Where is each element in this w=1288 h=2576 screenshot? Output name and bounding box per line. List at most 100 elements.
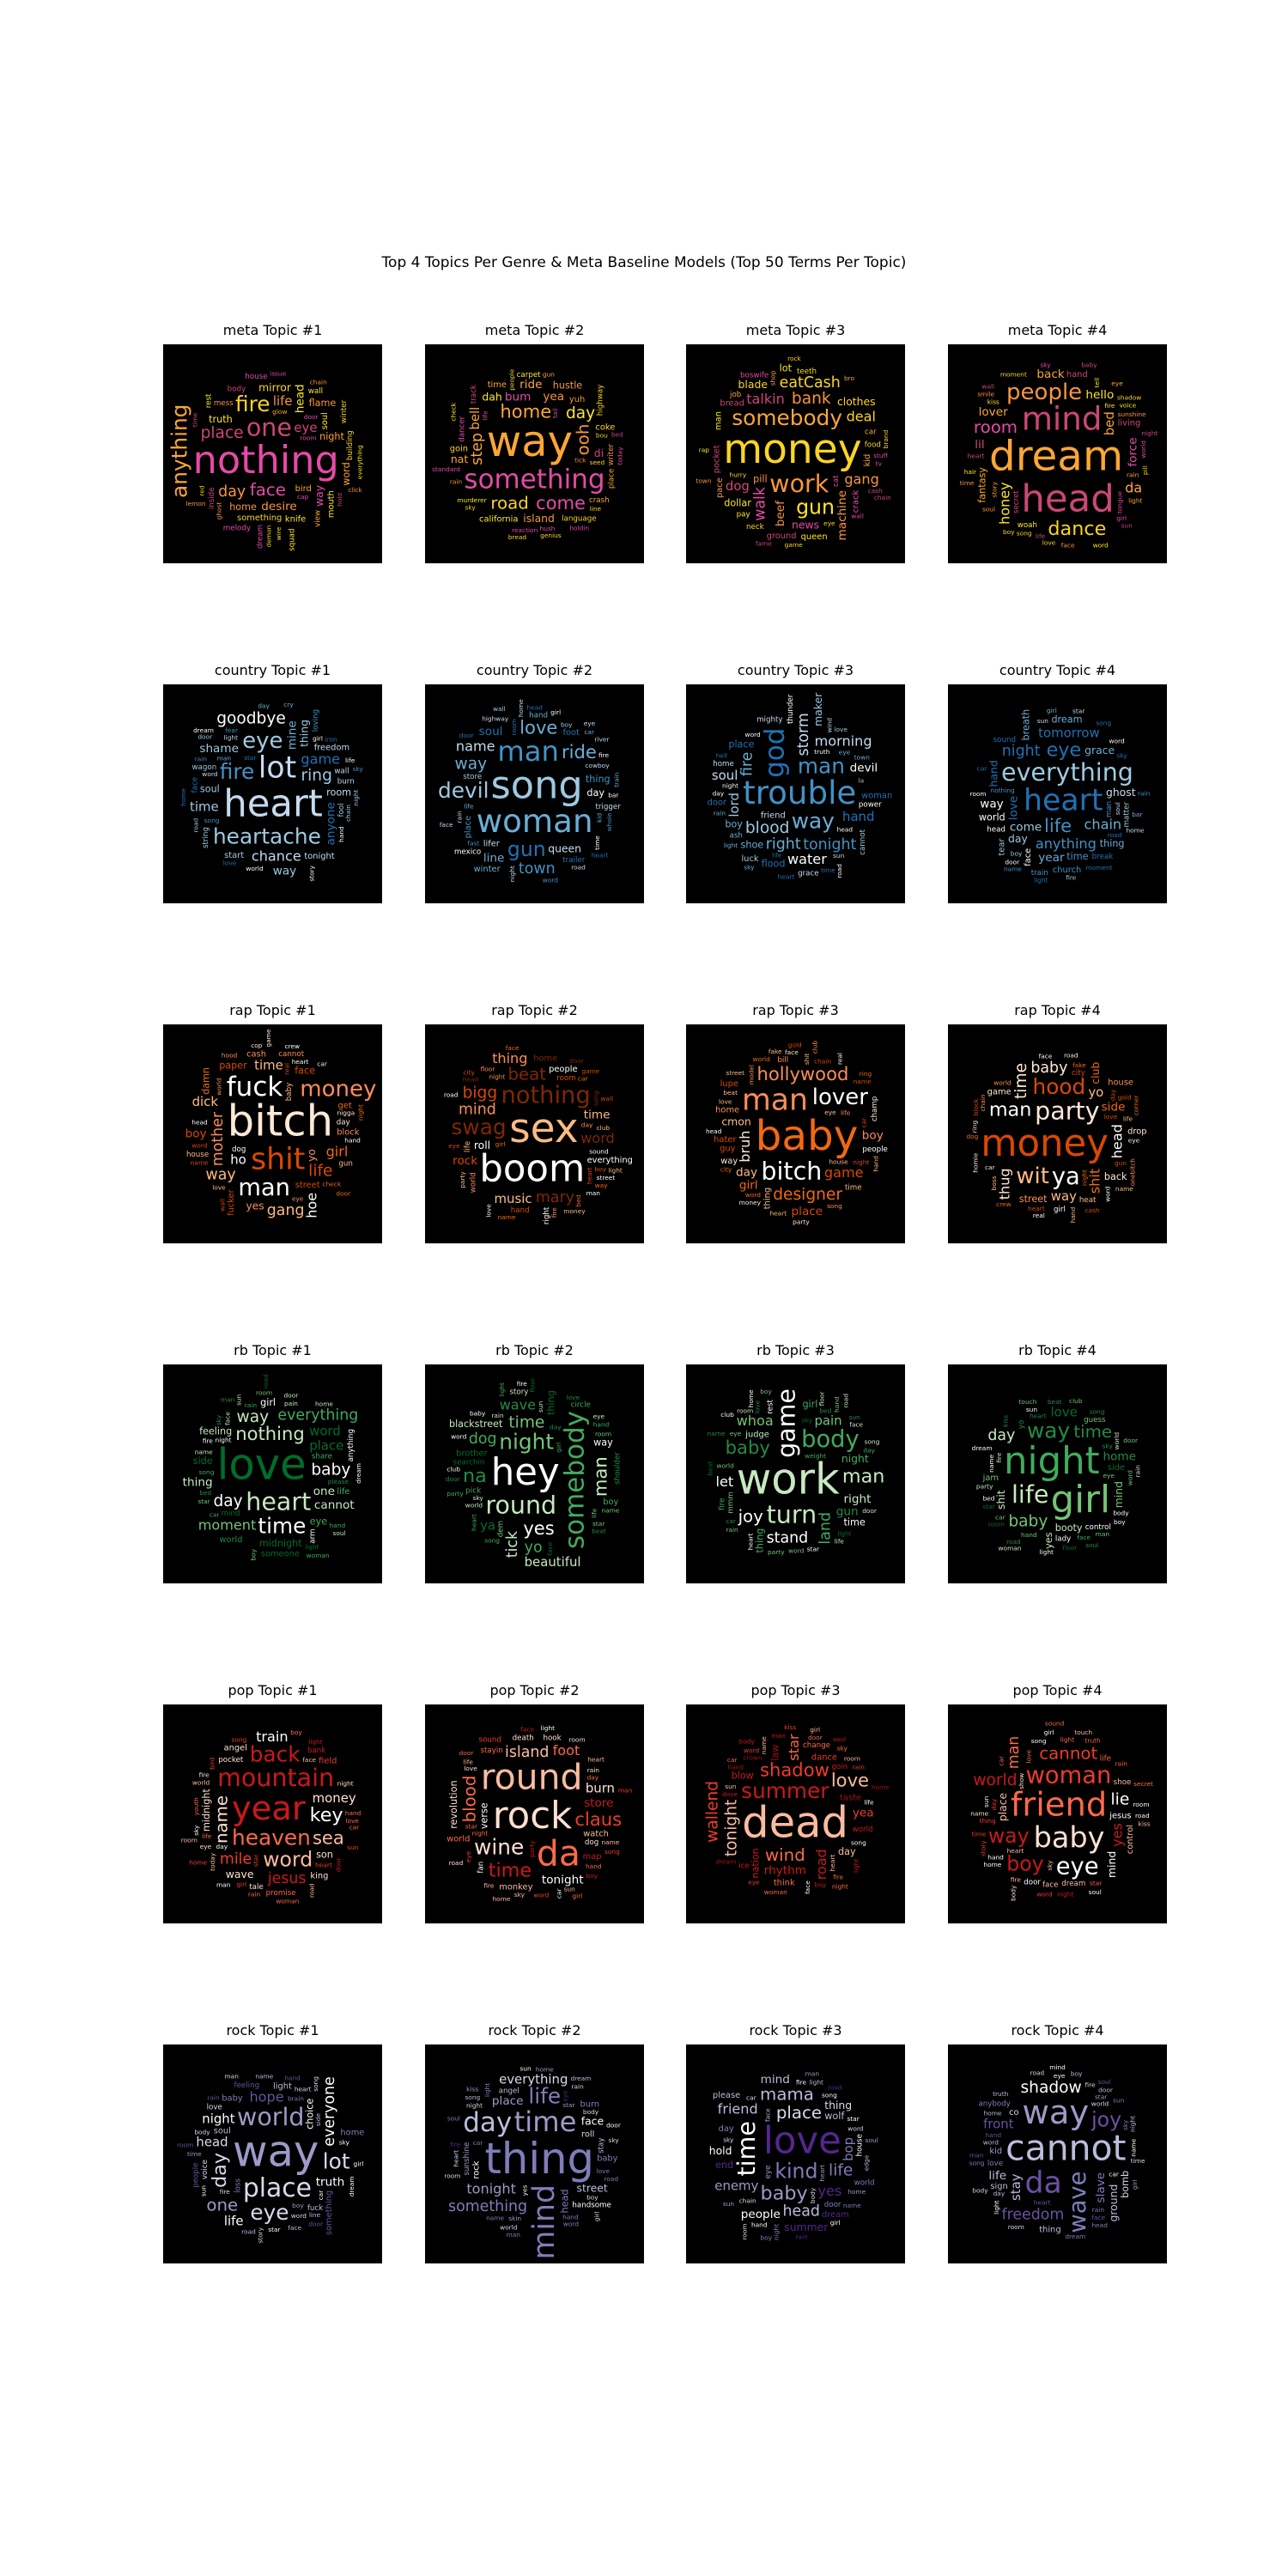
wordcloud-term: dream [257,525,265,549]
wordcloud-term: friend [1011,1786,1107,1825]
wordcloud-term: home [713,760,734,769]
wordcloud-term: name [601,1506,619,1514]
wordcloud-term: night [1129,2116,1137,2132]
wordcloud-term: song [491,763,583,808]
wordcloud-term: room [569,1736,586,1744]
wordcloud-term: dollar [724,498,751,509]
wordcloud-term: round [485,1491,556,1519]
wordcloud-term: woman [477,802,593,840]
wordcloud-term: time [732,2121,761,2176]
wordcloud-term: da [1024,2166,1061,2201]
wordcloud-term: word [580,1130,615,1146]
wordcloud-term: seed [590,459,605,466]
wordcloud-term: boy [1071,2070,1083,2078]
wordcloud-term: girl [1051,1479,1111,1522]
wordcloud-term: door [1098,2087,1114,2094]
wordcloud-term: body [228,386,246,394]
wordcloud-term: wind [826,718,834,733]
wordcloud-term: hand [284,2075,301,2082]
wordcloud-term: face [295,1065,315,1076]
wordcloud-term: party [976,1482,993,1490]
wordcloud-term: life [1100,1755,1111,1764]
wordcloud-term: home [848,2188,866,2196]
wordcloud-term: money [563,1207,586,1215]
wordcloud-term: town [519,860,556,878]
wordcloud-term: money [739,1199,762,1206]
wordcloud-term: way [1027,1418,1070,1443]
wordcloud-term: road [449,1859,464,1867]
wordcloud-term: way [720,1157,738,1166]
wordcloud-term: hand [345,1809,361,1817]
wordcloud-term: way [1022,2093,1089,2132]
wordcloud-term: mess [214,399,234,408]
wordcloud-term: heart [818,2165,826,2182]
wordcloud-term: la [859,777,865,785]
meta-topic-1-wordcloud-svg: nothingone anything fire face place day desire… [167,370,364,551]
wordcloud-term: bill [777,1056,788,1065]
wordcloud-term: dem [496,1521,505,1537]
wordcloud-term: world [1113,1432,1121,1450]
wordcloud-term: fantasy [977,467,988,503]
wordcloud-term: mind [1112,1481,1125,1508]
wordcloud-term: night [489,1073,505,1081]
wordcloud-term: life [841,1109,851,1116]
wordcloud-term: truth [1085,1736,1102,1744]
wordcloud-term: eye [310,1516,328,1528]
wordcloud-term: fire [1085,2081,1097,2089]
wordcloud-term: storm [795,713,812,756]
wordcloud-term: bou [596,431,608,439]
wordcloud-term: hold [709,2144,732,2157]
wordcloud-term: day [216,1843,228,1850]
wordcloud-term: heart [778,873,795,881]
wordcloud-term: fake [769,1048,782,1055]
wordcloud-term: yea [853,1806,874,1820]
wordcloud-term: issue [270,370,286,378]
wordcloud-term: one [246,414,292,442]
wordcloud-term: man [1005,1736,1023,1770]
wordcloud-term: kind [775,2159,817,2183]
wordcloud-term: head [837,825,854,833]
wordcloud-term: thing [980,1817,996,1825]
wordcloud-term: name [191,1158,209,1166]
wordcloud-term: door [824,2201,841,2209]
wordcloud-term: hand [833,1396,841,1413]
wordcloud-term: ghost [215,502,222,520]
wordcloud-term: hand [337,826,345,842]
wordcloud-term: stand [767,1529,809,1546]
wordcloud-term: thing [1100,838,1125,849]
wordcloud-term: door [606,2122,622,2129]
wordcloud-term: home [315,1400,333,1408]
wordcloud-term: people [1006,380,1082,405]
wordcloud-term: rap [699,447,710,454]
wordcloud-term: sky [465,503,476,511]
wordcloud-term: woman [276,1898,299,1905]
rock-topic-1-title: rock Topic #1 [226,2022,319,2038]
wordcloud-term: time [187,2150,202,2158]
wordcloud-term: kiss [466,2085,478,2093]
wordcloud-term: home [189,1858,207,1866]
wordcloud-term: yo [305,1149,318,1162]
wordcloud-term: bird [208,1757,216,1770]
wordcloud-term: life [1012,1480,1048,1509]
wordcloud-term: door [283,1392,299,1400]
wordcloud-term: heart [315,1862,332,1869]
wordcloud-term: wine [474,1834,524,1859]
wordcloud-term: hurry [730,471,747,478]
wordcloud-term: street [726,1069,744,1077]
wordcloud-term: fire [833,1873,844,1880]
wordcloud-term: dog [469,1431,497,1448]
wordcloud-term: boom [479,1148,585,1191]
wordcloud-term: cannot [1039,1744,1097,1764]
wordcloud-term: rain [456,811,464,823]
wordcloud-term: yes [817,2183,841,2199]
wordcloud-term: wall [981,383,994,391]
wordcloud-term: light [308,1738,322,1746]
wordcloud-term: heart [1007,1847,1024,1855]
wordcloud-term: heart [470,1514,477,1531]
wordcloud-term: night [466,2102,483,2110]
wordcloud-term: yuh [569,395,585,404]
pop-topic-3-wordcloud: dead summer shadow love wind tonight wallend ro… [686,1704,905,1923]
wordcloud-term: fire [719,1498,727,1510]
wordcloud-term: eye [292,1194,304,1202]
wordcloud-term: fire [483,1881,495,1889]
